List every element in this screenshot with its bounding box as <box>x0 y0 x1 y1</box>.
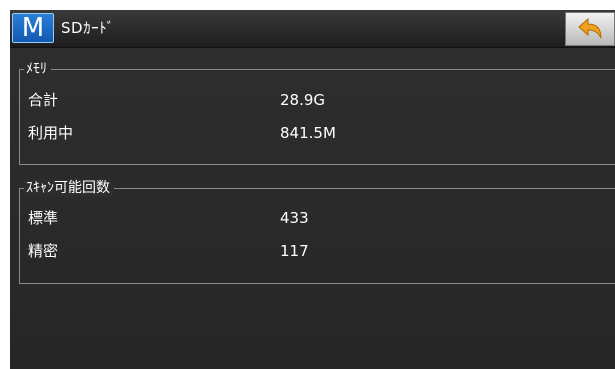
scan-standard-label: 標準 <box>28 209 59 227</box>
scan-precise-value: 117 <box>280 242 309 260</box>
memory-total-label: 合計 <box>28 91 59 109</box>
scan-precise-label: 精密 <box>28 242 59 260</box>
back-arrow-icon <box>578 17 602 39</box>
scan-count-group-title: ｽｷｬﾝ可能回数 <box>24 179 114 197</box>
menu-button[interactable]: M <box>12 13 54 43</box>
memory-used-value: 841.5M <box>280 124 336 142</box>
memory-total-value: 28.9G <box>280 91 326 109</box>
memory-group-title: ﾒﾓﾘ <box>24 60 51 78</box>
memory-group: ﾒﾓﾘ <box>19 60 615 165</box>
title-bar: M SDｶｰﾄﾞ <box>10 10 615 48</box>
page-title: SDｶｰﾄﾞ <box>61 19 115 37</box>
back-button[interactable] <box>565 12 615 46</box>
memory-used-label: 利用中 <box>28 124 74 142</box>
app-screen: M SDｶｰﾄﾞ ﾒﾓﾘ 合計 28.9G 利用中 841.5M ｽｷｬﾝ可能回… <box>10 10 615 369</box>
scan-count-group: ｽｷｬﾝ可能回数 <box>19 179 615 284</box>
menu-logo-icon: M <box>21 13 45 43</box>
scan-standard-value: 433 <box>280 209 309 227</box>
